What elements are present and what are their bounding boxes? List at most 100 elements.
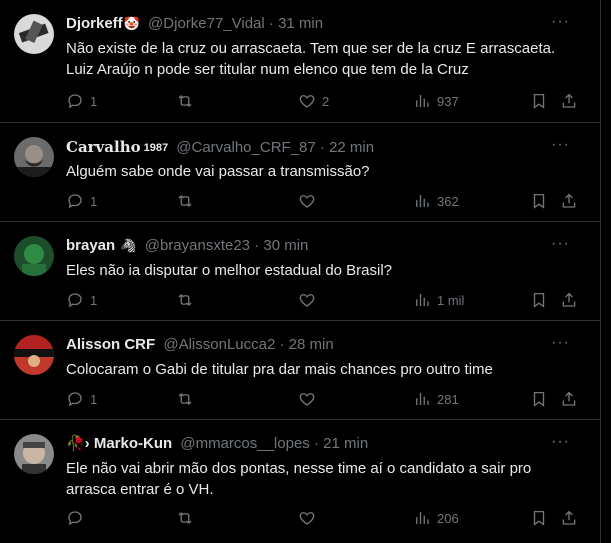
views-count: 1 mil — [437, 292, 465, 308]
user-handle[interactable]: @AlissonLucca2 — [163, 336, 275, 353]
retweet-icon — [176, 92, 194, 110]
emoji-badge: 🤡 — [123, 16, 140, 32]
like-icon — [298, 509, 316, 527]
bookmark-icon — [530, 192, 548, 210]
avatar[interactable] — [14, 434, 54, 474]
views-button[interactable]: 937 — [413, 91, 459, 111]
more-icon[interactable]: ··· — [551, 14, 570, 30]
user-handle[interactable]: @brayansxte23 — [145, 237, 250, 254]
like-count: 2 — [322, 93, 330, 109]
reply-button[interactable] — [66, 508, 90, 528]
reply-count: 1 — [90, 292, 98, 308]
tweet-text: Não existe de la cruz ou arrascaeta. Tem… — [66, 40, 556, 78]
tweet[interactable]: Djorkeff🤡 @Djorke77_Vidal · 31 min ··· N… — [0, 0, 600, 123]
timestamp[interactable]: 22 min — [329, 139, 374, 156]
bookmark-icon — [530, 390, 548, 408]
like-button[interactable] — [298, 389, 322, 409]
like-button[interactable] — [298, 191, 322, 211]
user-handle[interactable]: @Carvalho_CRF_87 — [176, 139, 315, 156]
avatar[interactable] — [14, 335, 54, 375]
views-button[interactable]: 206 — [413, 508, 459, 528]
avatar[interactable] — [14, 137, 54, 177]
retweet-icon — [176, 390, 194, 408]
like-button[interactable] — [298, 508, 322, 528]
retweet-icon — [176, 509, 194, 527]
bookmark-button[interactable] — [530, 290, 548, 310]
scrollbar[interactable] — [600, 0, 611, 543]
share-icon — [560, 509, 578, 527]
user-handle[interactable]: @mmarcos__lopes — [180, 435, 309, 452]
separator-dot: · — [313, 435, 319, 452]
views-count: 937 — [437, 93, 459, 109]
display-name[interactable]: Alisson CRF — [66, 336, 155, 353]
bookmark-button[interactable] — [530, 91, 548, 111]
share-button[interactable] — [560, 91, 578, 111]
like-icon — [298, 92, 316, 110]
timestamp[interactable]: 30 min — [263, 237, 308, 254]
tweet[interactable]: 🥀› Marko-Kun @mmarcos__lopes · 21 min ··… — [0, 420, 600, 543]
name-suffix: 1987 — [143, 142, 169, 155]
reply-button[interactable]: 1 — [66, 290, 97, 310]
share-button[interactable] — [560, 191, 578, 211]
share-button[interactable] — [560, 508, 578, 528]
display-name[interactable]: 🥀› Marko-Kun — [66, 435, 172, 452]
avatar[interactable] — [14, 14, 54, 54]
more-icon[interactable]: ··· — [551, 335, 570, 351]
bookmark-icon — [530, 509, 548, 527]
tweet-text: Colocaram o Gabi de titular pra dar mais… — [66, 361, 493, 378]
timestamp[interactable]: 31 min — [278, 15, 323, 32]
tweet[interactable]: Carvalho 1987 @Carvalho_CRF_87 · 22 min ·… — [0, 123, 600, 222]
more-icon[interactable]: ··· — [551, 137, 570, 153]
views-icon — [413, 390, 431, 408]
views-icon — [413, 291, 431, 309]
like-button[interactable]: 2 — [298, 91, 329, 111]
views-button[interactable]: 281 — [413, 389, 459, 409]
bookmark-icon — [530, 92, 548, 110]
reply-button[interactable]: 1 — [66, 91, 97, 111]
retweet-button[interactable] — [176, 508, 200, 528]
reply-count: 1 — [90, 193, 98, 209]
separator-dot: · — [279, 336, 285, 353]
retweet-icon — [176, 192, 194, 210]
display-name[interactable]: brayan — [66, 237, 115, 254]
reply-count: 1 — [90, 93, 98, 109]
bookmark-button[interactable] — [530, 508, 548, 528]
share-icon — [560, 192, 578, 210]
views-icon — [413, 192, 431, 210]
display-name[interactable]: Carvalho — [66, 138, 141, 156]
retweet-button[interactable] — [176, 290, 200, 310]
tweet-text: Alguém sabe onde vai passar a transmissã… — [66, 163, 370, 180]
bookmark-button[interactable] — [530, 389, 548, 409]
user-handle[interactable]: @Djorke77_Vidal — [148, 15, 265, 32]
more-icon[interactable]: ··· — [551, 236, 570, 252]
views-count: 281 — [437, 391, 459, 407]
tweet[interactable]: brayan 🦓 @brayansxte23 · 30 min ··· Eles… — [0, 222, 600, 321]
display-name[interactable]: Djorkeff — [66, 15, 123, 32]
reply-icon — [66, 92, 84, 110]
retweet-button[interactable] — [176, 389, 200, 409]
share-button[interactable] — [560, 290, 578, 310]
like-icon — [298, 390, 316, 408]
reply-button[interactable]: 1 — [66, 389, 97, 409]
timestamp[interactable]: 21 min — [323, 435, 368, 452]
retweet-icon — [176, 291, 194, 309]
more-icon[interactable]: ··· — [551, 434, 570, 450]
share-icon — [560, 92, 578, 110]
avatar[interactable] — [14, 236, 54, 276]
separator-dot: · — [319, 139, 325, 156]
views-button[interactable]: 1 mil — [413, 290, 464, 310]
emoji-badge: 🦓 — [120, 238, 137, 254]
tweet[interactable]: Alisson CRF @AlissonLucca2 · 28 min ··· … — [0, 321, 600, 420]
separator-dot: · — [268, 15, 274, 32]
views-count: 206 — [437, 510, 459, 526]
like-button[interactable] — [298, 290, 322, 310]
retweet-button[interactable] — [176, 91, 200, 111]
share-button[interactable] — [560, 389, 578, 409]
like-icon — [298, 192, 316, 210]
views-button[interactable]: 362 — [413, 191, 459, 211]
retweet-button[interactable] — [176, 191, 200, 211]
timestamp[interactable]: 28 min — [289, 336, 334, 353]
reply-button[interactable]: 1 — [66, 191, 97, 211]
reply-count: 1 — [90, 391, 98, 407]
bookmark-button[interactable] — [530, 191, 548, 211]
